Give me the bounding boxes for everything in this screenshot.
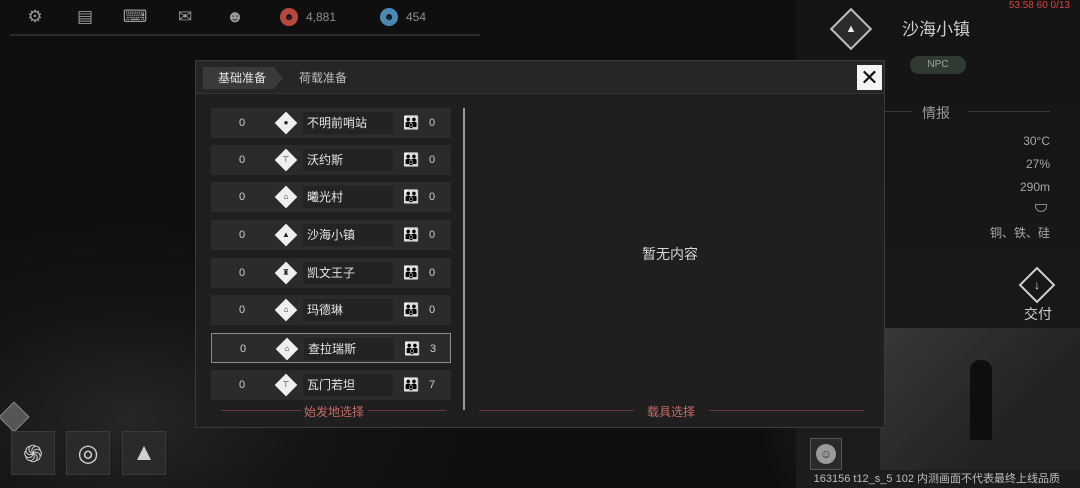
departure-section-label: 始发地选择 [304, 405, 365, 419]
mail-icon[interactable]: ✉ [160, 0, 210, 36]
left-count: 0 [238, 117, 246, 129]
location-diamond-icon: ♜ [274, 261, 298, 285]
deliver-button[interactable]: ↓ 交付 [1012, 266, 1068, 322]
smile-icon: ☺ [816, 444, 836, 464]
mountain-icon[interactable]: ▲ [122, 431, 166, 475]
deliver-label: 交付 [1024, 306, 1052, 322]
list-item[interactable]: 0 ⌂ 玛德琳 👪 0 [211, 295, 451, 325]
location-diamond-icon: ● [274, 111, 298, 135]
people-icon: 👪 [403, 265, 420, 280]
location-name: 凯文王子 [303, 262, 393, 284]
modal-header: 基础准备 荷载准备 ✕ [196, 61, 884, 94]
left-count: 0 [238, 191, 246, 203]
location-diamond-icon: ▲ [274, 223, 298, 247]
location-diamond-icon: ⌂ [274, 185, 298, 209]
section-title-intel: 情报 [922, 105, 950, 121]
people-icon: 👪 [403, 227, 420, 242]
right-count: 0 [428, 154, 436, 166]
friends-icon[interactable]: ☻ [210, 0, 260, 36]
people-icon: 👪 [403, 189, 420, 204]
people-icon: 👪 [403, 302, 420, 317]
divider [221, 410, 301, 411]
left-count: 0 [239, 343, 247, 355]
location-name: 不明前哨站 [303, 112, 393, 134]
npc-badge: NPC [910, 56, 966, 74]
town-name: 沙海小镇 [902, 20, 970, 39]
divider [479, 410, 634, 411]
left-count: 0 [238, 267, 246, 279]
footer-note: 163156 t12_s_5 102 内测画面不代表最终上线品质 [813, 473, 1060, 485]
right-count: 0 [428, 191, 436, 203]
right-count: 7 [428, 379, 436, 391]
resource-blue: ☻ 454 [360, 0, 480, 36]
location-name: 曦光村 [303, 186, 393, 208]
tab-basic-prep[interactable]: 基础准备 [203, 67, 283, 89]
location-name: 沙海小镇 [303, 224, 393, 246]
location-diamond-icon: ⌂ [274, 298, 298, 322]
right-count: 0 [428, 229, 436, 241]
empty-state-text: 暂无内容 [642, 246, 698, 262]
divider [368, 410, 446, 411]
left-count: 0 [238, 229, 246, 241]
right-count: 0 [428, 267, 436, 279]
resource-blue-value: 454 [406, 10, 427, 24]
gear-icon[interactable]: ⚙ [10, 0, 60, 36]
list-item[interactable]: 0 ⌂ 曦光村 👪 0 [211, 182, 451, 212]
close-button[interactable]: ✕ [857, 65, 882, 90]
list-item[interactable]: 0 ● 不明前哨站 👪 0 [211, 108, 451, 138]
stat-altitude: 290m [1019, 180, 1050, 194]
stat-humidity: 27% [1025, 157, 1050, 171]
npc-figure [970, 360, 992, 440]
person-red-icon: ☻ [280, 8, 298, 26]
location-name: 玛德琳 [303, 299, 393, 321]
location-name: 瓦门若坦 [303, 374, 393, 396]
divider [709, 410, 864, 411]
list-item[interactable]: 0 ⊤ 瓦门若坦 👪 7 [211, 370, 451, 400]
deliver-arrow-icon: ↓ [1018, 266, 1056, 304]
location-name: 查拉瑞斯 [304, 338, 394, 360]
right-count: 3 [429, 343, 437, 355]
people-icon: 👪 [403, 115, 420, 130]
chat-icon[interactable]: ▤ [60, 0, 110, 36]
right-count: 0 [428, 117, 436, 129]
tab-load-prep[interactable]: 荷载准备 [299, 67, 347, 89]
person-blue-icon: ☻ [380, 8, 398, 26]
list-item[interactable]: 0 ♜ 凯文王子 👪 0 [211, 258, 451, 288]
planet-orbit-icon[interactable]: ◎ [66, 431, 110, 475]
stat-temperature: 30°C [1023, 134, 1050, 148]
list-item-selected[interactable]: 0 ⌂ 查拉瑞斯 👪 3 [211, 333, 451, 363]
right-count: 0 [428, 304, 436, 316]
people-icon: 👪 [404, 341, 421, 356]
keyboard-icon[interactable]: ⌨ [110, 0, 160, 36]
location-name: 沃约斯 [303, 149, 393, 171]
preparation-modal: 基础准备 荷载准备 ✕ 0 ● 不明前哨站 👪 0 0 ⊤ 沃约斯 👪 0 0 … [195, 60, 885, 428]
location-diamond-icon: ⊤ [274, 148, 298, 172]
left-count: 0 [238, 304, 246, 316]
galaxy-swirl-icon[interactable]: ֍ [11, 431, 55, 475]
resource-red: ☻ 4,881 [260, 0, 360, 36]
divider [968, 111, 1050, 112]
location-diamond-icon: ⊤ [274, 373, 298, 397]
people-icon: 👪 [403, 377, 420, 392]
vehicle-section-label: 载具选择 [647, 405, 696, 419]
list-item[interactable]: 0 ⊤ 沃约斯 👪 0 [211, 145, 451, 175]
emote-button[interactable]: ☺ [810, 438, 842, 470]
top-bar: ⚙ ▤ ⌨ ✉ ☻ ☻ 4,881 ☻ 454 [10, 0, 480, 36]
people-icon: 👪 [403, 152, 420, 167]
left-count: 0 [238, 154, 246, 166]
debug-coords: 53.58 60 0/13 [1008, 0, 1070, 11]
resource-red-value: 4,881 [306, 10, 337, 24]
list-item[interactable]: 0 ▲ 沙海小镇 👪 0 [211, 220, 451, 250]
location-diamond-icon: ⌂ [275, 337, 299, 361]
left-count: 0 [238, 379, 246, 391]
stat-minerals: 铜、铁、硅 [989, 226, 1050, 240]
vertical-divider [463, 108, 465, 410]
